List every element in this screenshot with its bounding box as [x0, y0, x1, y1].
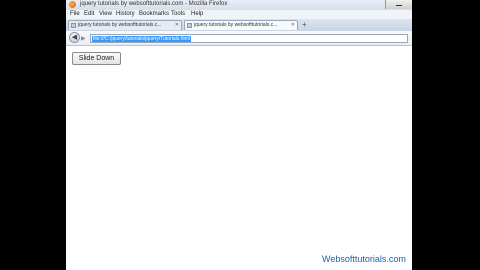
- slide-down-button[interactable]: Slide Down: [72, 52, 121, 65]
- title-bar: jquery tutorials by websofttutorials.com…: [66, 0, 412, 10]
- menu-bookmarks[interactable]: Bookmarks: [139, 11, 169, 17]
- menu-bar: File Edit View History Bookmarks Tools H…: [66, 10, 412, 19]
- tab-2-label: jquery tutorials by websofttutorials.c..…: [194, 22, 278, 28]
- tab-1[interactable]: jquery tutorials by websofttutorials.c..…: [68, 20, 182, 30]
- navigation-bar: ◀ ▶ file:///C:/jquery/tutorials/jquery/T…: [66, 31, 412, 46]
- minimize-icon: [396, 5, 402, 6]
- menu-edit[interactable]: Edit: [84, 11, 94, 17]
- back-button[interactable]: ◀: [69, 32, 80, 43]
- menu-file[interactable]: File: [70, 11, 80, 17]
- minimize-button[interactable]: [385, 0, 412, 9]
- browser-window: jquery tutorials by websofttutorials.com…: [66, 0, 412, 270]
- url-text: file:///C:/jquery/tutorials/jquery/Tutor…: [92, 36, 192, 42]
- page-icon: [187, 23, 192, 28]
- forward-button[interactable]: ▶: [81, 35, 86, 42]
- watermark-text: Websofttutorials.com: [322, 254, 406, 264]
- close-tab-icon[interactable]: ✕: [175, 22, 179, 28]
- new-tab-button[interactable]: +: [302, 20, 307, 29]
- page-content: Slide Down: [66, 46, 412, 270]
- close-tab-icon[interactable]: ✕: [291, 22, 295, 28]
- window-title: jquery tutorials by websofttutorials.com…: [80, 1, 228, 7]
- back-arrow-icon: ◀: [71, 34, 78, 41]
- firefox-icon: [69, 1, 76, 8]
- tab-bar: jquery tutorials by websofttutorials.c..…: [66, 19, 412, 31]
- right-black-margin: [412, 0, 480, 270]
- tab-1-label: jquery tutorials by websofttutorials.c..…: [78, 22, 162, 28]
- menu-history[interactable]: History: [116, 11, 135, 17]
- tab-2[interactable]: jquery tutorials by websofttutorials.c..…: [184, 20, 298, 30]
- page-icon: [71, 23, 76, 28]
- menu-tools[interactable]: Tools: [171, 11, 185, 17]
- menu-help[interactable]: Help: [191, 11, 203, 17]
- address-bar[interactable]: file:///C:/jquery/tutorials/jquery/Tutor…: [90, 34, 408, 43]
- menu-view[interactable]: View: [99, 11, 112, 17]
